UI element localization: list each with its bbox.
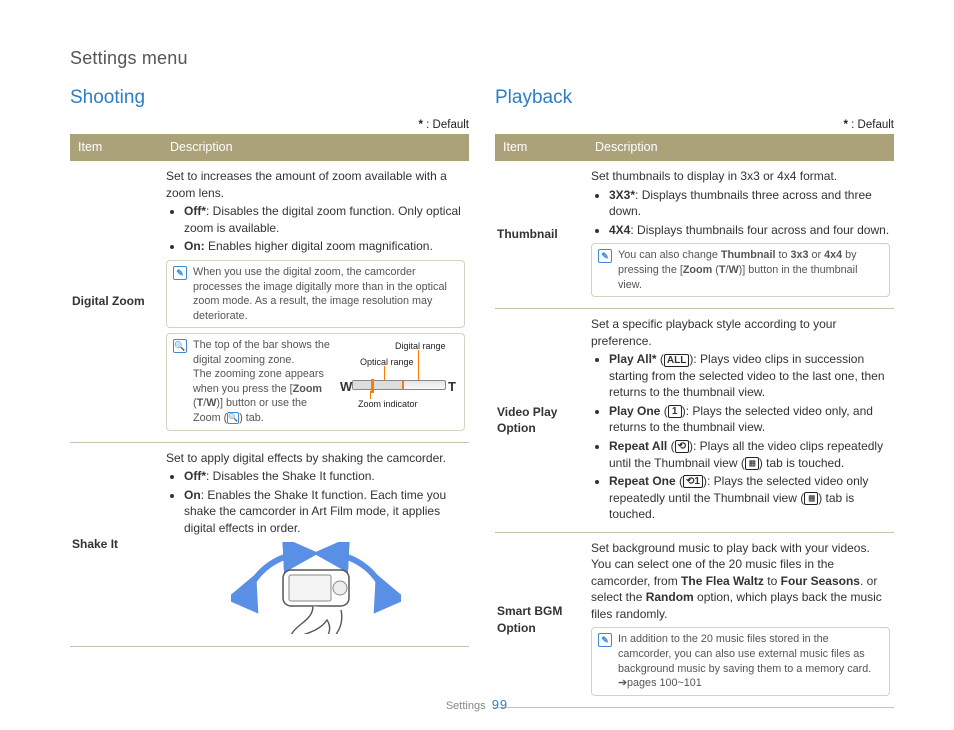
page-number: 99 [492, 697, 508, 712]
footer-section: Settings [446, 700, 486, 712]
note-text: When you use the digital zoom, the camco… [193, 265, 458, 323]
cell-item: Smart BGM Option [495, 532, 587, 707]
table-playback: Item Description Thumbnail Set thumbnail… [495, 134, 894, 708]
label-zoom-indicator: Zoom indicator [358, 398, 418, 410]
cell-desc: Set a specific playback style according … [587, 309, 894, 533]
note-thumbnail: ✎ You can also change Thumbnail to 3x3 o… [591, 243, 890, 297]
label-digital-range: Digital range [395, 340, 446, 352]
thumbnail-icon: ▦ [804, 492, 818, 505]
col-header-item: Item [70, 134, 162, 161]
row-smart-bgm: Smart BGM Option Set background music to… [495, 532, 894, 707]
col-header-item: Item [495, 134, 587, 161]
magnify-icon: 🔍 [227, 412, 239, 424]
cell-item: Shake It [70, 442, 162, 646]
shake-it-figure [166, 542, 465, 639]
play-one-icon: 1 [668, 405, 682, 418]
repeat-all-icon: ⟲ [675, 440, 689, 453]
cell-item: Digital Zoom [70, 161, 162, 442]
option-repeat-one: Repeat One (⟲1): Plays the selected vide… [609, 473, 890, 523]
option-off: Off*: Disables the Shake It function. [184, 468, 465, 485]
note-smart-bgm: ✎ In addition to the 20 music files stor… [591, 627, 890, 695]
label-optical-range: Optical range [360, 356, 414, 368]
cell-desc: Set to apply digital effects by shaking … [162, 442, 469, 646]
option-3x3: 3X3*: Displays thumbnails three across a… [609, 187, 890, 220]
lead-text: Set thumbnails to display in 3x3 or 4x4 … [591, 168, 890, 185]
cell-desc: Set thumbnails to display in 3x3 or 4x4 … [587, 161, 894, 308]
page-footer: Settings 99 [0, 697, 954, 712]
default-note-left: * : Default [70, 119, 469, 131]
lead-text: Set to apply digital effects by shaking … [166, 450, 465, 467]
option-play-all: Play All* (ALL): Plays video clips in su… [609, 351, 890, 401]
thumbnail-icon: ▦ [745, 457, 759, 470]
cell-item: Video Play Option [495, 309, 587, 533]
note-text: The top of the bar shows the digital zoo… [193, 338, 330, 425]
option-on: On: Enables higher digital zoom magnific… [184, 238, 465, 255]
body-text: Set background music to play back with y… [591, 540, 890, 623]
zoom-indicator-figure: Digital range Optical range W T [340, 338, 458, 416]
note-digital-zoom-2: 🔍 The top of the bar shows the digital z… [166, 333, 465, 430]
cell-desc: Set background music to play back with y… [587, 532, 894, 707]
breadcrumb: Settings menu [70, 48, 894, 69]
lead-text: Set to increases the amount of zoom avai… [166, 168, 465, 201]
cell-desc: Set to increases the amount of zoom avai… [162, 161, 469, 442]
col-playback: Playback * : Default Item Description Th… [495, 87, 894, 708]
note-text: In addition to the 20 music files stored… [618, 632, 883, 690]
option-play-one: Play One (1): Plays the selected video o… [609, 403, 890, 436]
heading-shooting: Shooting [70, 87, 469, 109]
row-thumbnail: Thumbnail Set thumbnails to display in 3… [495, 161, 894, 308]
col-header-desc: Description [162, 134, 469, 161]
info-icon: ✎ [598, 249, 612, 263]
row-shake-it: Shake It Set to apply digital effects by… [70, 442, 469, 646]
option-off: Off*: Disables the digital zoom function… [184, 203, 465, 236]
note-text: You can also change Thumbnail to 3x3 or … [618, 248, 883, 292]
option-on: On: Enables the Shake It function. Each … [184, 487, 465, 537]
option-4x4: 4X4: Displays thumbnails four across and… [609, 222, 890, 239]
col-shooting: Shooting * : Default Item Description Di… [70, 87, 469, 708]
row-video-play: Video Play Option Set a specific playbac… [495, 309, 894, 533]
table-shooting: Item Description Digital Zoom Set to inc… [70, 134, 469, 647]
row-digital-zoom: Digital Zoom Set to increases the amount… [70, 161, 469, 442]
note-digital-zoom-1: ✎ When you use the digital zoom, the cam… [166, 260, 465, 328]
label-t: T [448, 378, 456, 396]
option-repeat-all: Repeat All (⟲): Plays all the video clip… [609, 438, 890, 471]
info-icon: ✎ [598, 633, 612, 647]
default-note-right: * : Default [495, 119, 894, 131]
magnify-icon: 🔍 [173, 339, 187, 353]
heading-playback: Playback [495, 87, 894, 109]
cell-item: Thumbnail [495, 161, 587, 308]
label-w: W [340, 378, 352, 396]
info-icon: ✎ [173, 266, 187, 280]
col-header-desc: Description [587, 134, 894, 161]
play-all-icon: ALL [664, 354, 689, 367]
repeat-one-icon: ⟲1 [683, 475, 703, 488]
lead-text: Set a specific playback style according … [591, 316, 890, 349]
